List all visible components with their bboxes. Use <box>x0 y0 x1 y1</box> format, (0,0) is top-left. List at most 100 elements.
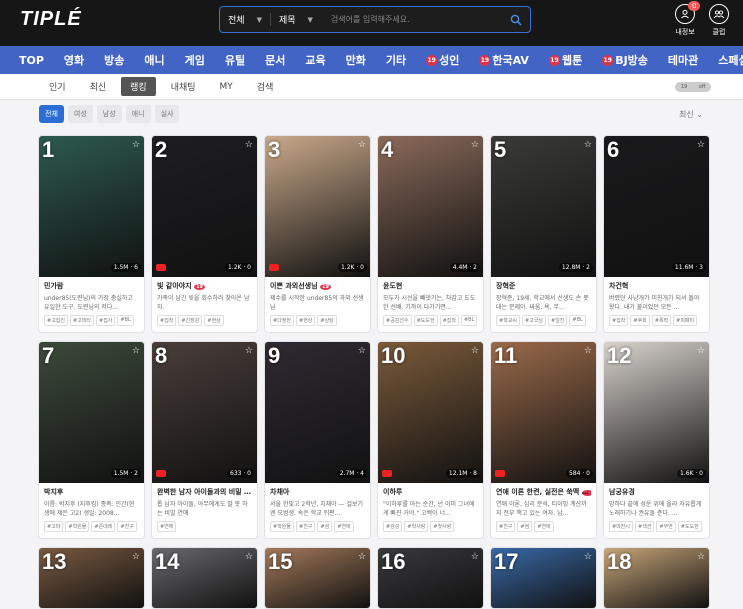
character-card[interactable]: 13 ☆ <box>39 548 144 608</box>
tag[interactable]: #연애 <box>534 521 554 532</box>
star-icon[interactable]: ☆ <box>471 552 479 562</box>
character-card[interactable]: 1 ☆ 1.5M · 6 민가람 under85(도련님)의 가장 충실하고 유일한 도… <box>39 136 144 332</box>
tag[interactable]: #친구 <box>296 521 316 532</box>
filter-chip[interactable]: 애니 <box>125 105 151 123</box>
tag[interactable]: #학사랑 <box>404 521 429 532</box>
tag[interactable]: #학원물 <box>65 521 90 532</box>
character-card[interactable]: 9 ☆ 2.7M · 4 차채아 서울 한빛고 2학년, 치채아 — 걸보기엔 모범생,… <box>265 342 370 538</box>
tag[interactable]: #집착 <box>609 315 629 326</box>
character-thumbnail[interactable]: 10 ☆ 12.1M · 8 <box>378 342 483 483</box>
character-card[interactable]: 14 ☆ <box>152 548 257 608</box>
search-icon[interactable] <box>502 14 530 26</box>
subtab[interactable]: MY <box>211 79 242 95</box>
tag[interactable]: #도도한 <box>413 315 438 326</box>
search-input[interactable]: 검색어를 입력해주세요. <box>321 14 502 25</box>
star-icon[interactable]: ☆ <box>697 346 705 356</box>
tag[interactable]: #BL <box>460 315 478 326</box>
tag[interactable]: #고국님 <box>522 315 546 326</box>
tag[interactable]: #첫사랑 <box>430 521 455 532</box>
character-card[interactable]: 17 ☆ <box>491 548 596 608</box>
star-icon[interactable]: ☆ <box>584 346 592 356</box>
filter-chip[interactable]: 여성 <box>67 105 93 123</box>
tag[interactable]: #도도한 <box>677 521 702 532</box>
character-card[interactable]: 12 ☆ 1.6K · 0 남궁유경 망하다 끝에 성운 위에 올라 자유롭게 노래하기… <box>604 342 709 538</box>
tag[interactable]: #썸 <box>517 521 533 532</box>
nav-item[interactable]: 19 웹툰 <box>539 52 592 68</box>
tag[interactable]: #고집진 <box>44 315 68 326</box>
tag[interactable]: #공감선수 <box>383 315 412 326</box>
nav-item[interactable]: 19 한국AV <box>469 52 539 68</box>
tag[interactable]: #고데타 <box>70 315 94 326</box>
search-field-select[interactable]: 제목 ▼ <box>269 13 321 26</box>
character-card[interactable]: 4 ☆ 4.4M · 2 윤도현 모두가 시선을 빼앗기는, 차갑고 도도한 선배. 기… <box>378 136 483 332</box>
tag[interactable]: #집사 <box>96 315 116 326</box>
character-card[interactable]: 7 ☆ 1.5M · 2 박지후 이름: 박지후 (지후킴) 종족: 인간(현생에 제든… <box>39 342 144 538</box>
filter-chip[interactable]: 실사 <box>154 105 180 123</box>
subtab[interactable]: 최신 <box>81 77 116 96</box>
tag[interactable]: #섬 <box>317 521 333 532</box>
tag[interactable]: #친구 <box>117 521 137 532</box>
tag[interactable]: #연애 <box>157 521 177 532</box>
nav-item[interactable]: 영화 <box>54 52 94 68</box>
nav-item[interactable]: 만화 <box>336 52 376 68</box>
star-icon[interactable]: ☆ <box>358 140 366 150</box>
character-card[interactable]: 6 ☆ 11.6M · 3 차건혁 버렸던 사냥개가 미친개가 되서 돌아왔다. 내가 … <box>604 136 709 332</box>
star-icon[interactable]: ☆ <box>358 346 366 356</box>
club-button[interactable]: 클럽 <box>709 4 729 37</box>
tag[interactable]: #후회 <box>630 315 650 326</box>
character-thumbnail[interactable]: 1 ☆ 1.5M · 6 <box>39 136 144 277</box>
nav-item[interactable]: 스페셜 <box>708 52 743 68</box>
tag[interactable]: #BL <box>569 315 586 326</box>
tag[interactable]: #친구 <box>496 521 516 532</box>
character-thumbnail[interactable]: 14 ☆ <box>152 548 257 608</box>
nav-item[interactable]: 문서 <box>255 52 295 68</box>
my-info-button[interactable]: 0 내정보 <box>675 1 701 37</box>
tag[interactable]: #폭력 <box>651 315 672 326</box>
tag[interactable]: #다정한 <box>270 315 294 326</box>
nav-item[interactable]: 방송 <box>94 52 134 68</box>
star-icon[interactable]: ☆ <box>697 552 705 562</box>
character-card[interactable]: 18 ☆ <box>604 548 709 608</box>
character-card[interactable]: 11 ☆ 584 · 0 연애 이론 한켠, 실전은 쑥맥 19 연애 이론, 심리 분… <box>491 342 596 538</box>
tag[interactable]: #학교씨 <box>496 315 520 326</box>
filter-chip[interactable]: 남성 <box>96 105 122 123</box>
character-thumbnail[interactable]: 3 ☆ 1.2K · 0 <box>265 136 370 277</box>
nav-item[interactable]: 19 성인 <box>416 52 469 68</box>
nav-item[interactable]: 테마관 <box>658 52 708 68</box>
tag[interactable]: #감성 <box>383 521 403 532</box>
character-thumbnail[interactable]: 9 ☆ 2.7M · 4 <box>265 342 370 483</box>
tag[interactable]: #일진 <box>548 315 568 326</box>
tag[interactable]: #연애 <box>334 521 354 532</box>
nav-item[interactable]: 애니 <box>134 52 174 68</box>
character-thumbnail[interactable]: 5 ☆ 12.8M · 2 <box>491 136 596 277</box>
character-thumbnail[interactable]: 4 ☆ 4.4M · 2 <box>378 136 483 277</box>
tag[interactable]: #피폐미 <box>673 315 698 326</box>
tag[interactable]: #부연 <box>656 521 676 532</box>
tag[interactable]: #마찬시 <box>609 521 633 532</box>
subtab[interactable]: 내채팅 <box>162 77 205 96</box>
nav-item[interactable]: 교육 <box>295 52 335 68</box>
character-thumbnail[interactable]: 2 ☆ 1.2K · 0 <box>152 136 257 277</box>
character-card[interactable]: 8 ☆ 633 · 0 완벽한 남자 아이돌과의 비밀 연애 19 톱 남자 아이돌, … <box>152 342 257 538</box>
character-card[interactable]: 10 ☆ 12.1M · 8 이하루 "이하루를 아는 순간, 넌 이미 그녀에게 빠진… <box>378 342 483 538</box>
character-thumbnail[interactable]: 7 ☆ 1.5M · 2 <box>39 342 144 483</box>
nav-item[interactable]: TOP <box>9 54 54 67</box>
tag[interactable]: #존데레 <box>91 521 116 532</box>
star-icon[interactable]: ☆ <box>471 140 479 150</box>
character-thumbnail[interactable]: 12 ☆ 1.6K · 0 <box>604 342 709 483</box>
tag[interactable]: #상담 <box>317 315 337 326</box>
sort-select[interactable]: 최신 ⌄ <box>679 109 703 120</box>
character-thumbnail[interactable]: 17 ☆ <box>491 548 596 608</box>
tag[interactable]: #집착 <box>439 315 459 326</box>
nav-item[interactable]: 19 BJ방송 <box>592 52 658 68</box>
character-card[interactable]: 2 ☆ 1.2K · 0 빛 같아야지 19 가족이 남긴 빚을 회수하러 찾아온 남자… <box>152 136 257 332</box>
character-thumbnail[interactable]: 13 ☆ <box>39 548 144 608</box>
star-icon[interactable]: ☆ <box>245 552 253 562</box>
filter-chip[interactable]: 전체 <box>39 105 64 123</box>
star-icon[interactable]: ☆ <box>245 140 253 150</box>
character-thumbnail[interactable]: 15 ☆ <box>265 548 370 608</box>
tag[interactable]: #현상 <box>204 315 224 326</box>
character-card[interactable]: 15 ☆ <box>265 548 370 608</box>
nav-item[interactable]: 유틸 <box>215 52 255 68</box>
star-icon[interactable]: ☆ <box>471 346 479 356</box>
